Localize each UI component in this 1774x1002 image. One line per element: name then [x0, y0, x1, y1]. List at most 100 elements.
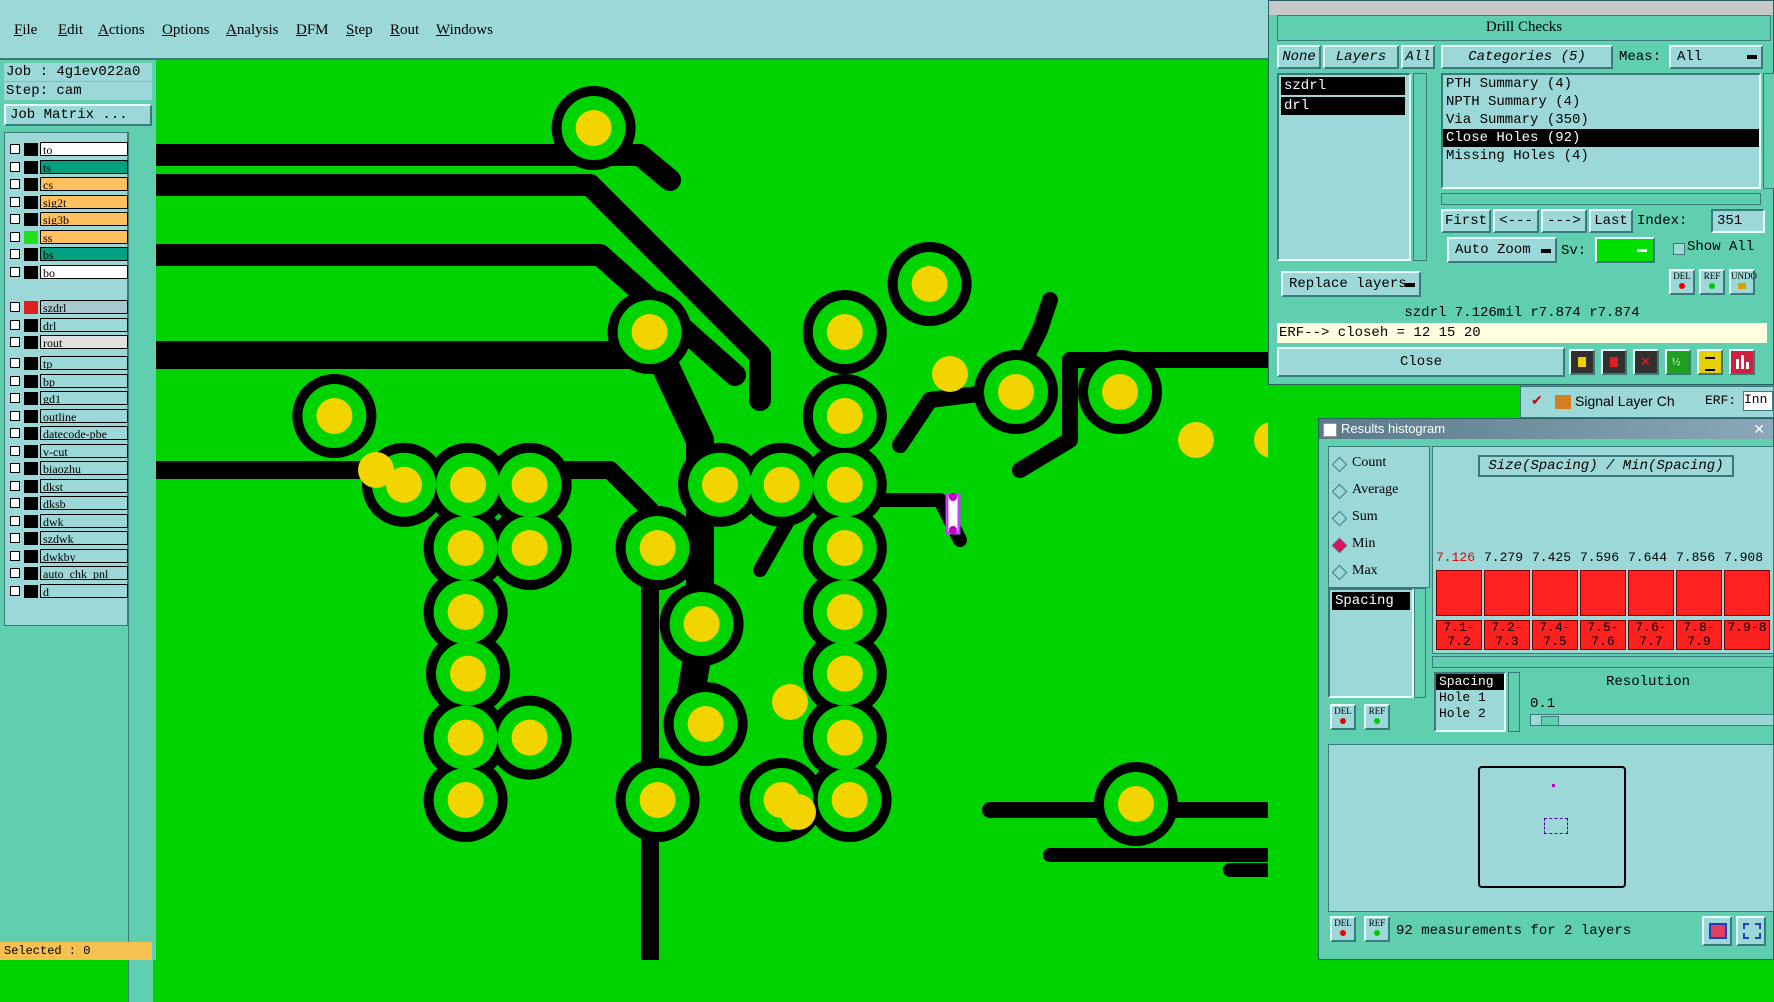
category-item[interactable]: PTH Summary (4) — [1443, 75, 1759, 93]
layer-name[interactable]: szdrl — [40, 300, 128, 314]
categories-header[interactable]: Categories (5) — [1441, 45, 1613, 69]
layer-checkbox[interactable] — [10, 410, 20, 421]
histogram-bar[interactable] — [1436, 570, 1482, 616]
layer-checkbox[interactable] — [10, 231, 20, 242]
report-icon[interactable] — [1697, 349, 1723, 375]
layer-row[interactable]: biaozhu — [8, 461, 128, 476]
delete-icon[interactable]: ✕ — [1633, 349, 1659, 375]
layer-row[interactable]: szdwk — [8, 531, 128, 546]
menu-dfm[interactable]: DFM — [296, 22, 329, 39]
layer-row[interactable]: tp — [8, 356, 128, 371]
layer-checkbox[interactable] — [10, 144, 20, 154]
index-field[interactable]: 351 — [1711, 209, 1765, 233]
hist-del-button[interactable]: DEL — [1330, 704, 1356, 730]
layer-name[interactable]: dkst — [40, 478, 128, 493]
list-item[interactable]: drl — [1281, 97, 1405, 115]
category-item[interactable]: NPTH Summary (4) — [1443, 93, 1759, 111]
layer-checkbox[interactable] — [10, 196, 20, 207]
layer-name[interactable]: dksb — [40, 496, 128, 510]
measure-list[interactable]: Spacing — [1328, 588, 1414, 698]
prev-button[interactable]: <--- — [1493, 209, 1539, 233]
graph-hscrollbar[interactable] — [1432, 656, 1774, 668]
layer-checkbox[interactable] — [10, 266, 20, 277]
layer-name[interactable]: datecode-pbe — [40, 426, 128, 440]
layer-row[interactable]: cs — [8, 177, 128, 192]
histogram-titlebar[interactable]: Results histogram ✕ — [1319, 419, 1773, 439]
layer-name[interactable]: sig2t — [40, 194, 128, 209]
layer-checkbox[interactable] — [10, 568, 20, 578]
attribute-scrollbar[interactable] — [1508, 672, 1520, 732]
categories-list[interactable]: PTH Summary (4) NPTH Summary (4) Via Sum… — [1441, 73, 1761, 189]
menu-windows[interactable]: Windows — [436, 22, 493, 39]
layer-row[interactable]: dksb — [8, 496, 128, 511]
layer-name[interactable]: bo — [40, 264, 128, 279]
layer-name[interactable]: rout — [40, 335, 128, 349]
zoom-fit-icon[interactable] — [1702, 916, 1732, 946]
auto-zoom-dropdown[interactable]: Auto Zoom — [1447, 237, 1557, 263]
layer-row[interactable]: drl — [8, 317, 128, 333]
menu-rout[interactable]: Rout — [390, 22, 419, 39]
layer-name[interactable]: cs — [40, 177, 128, 191]
layer-row[interactable]: gd1 — [8, 391, 128, 406]
footer-del-button[interactable]: DEL — [1330, 916, 1356, 942]
layer-checkbox[interactable] — [10, 585, 20, 596]
layer-row[interactable]: sig3b — [8, 212, 128, 227]
meas-dropdown[interactable]: All — [1669, 45, 1763, 69]
layer-checkbox[interactable] — [10, 375, 20, 386]
menu-options[interactable]: Options — [162, 22, 210, 39]
layer-row[interactable]: v-cut — [8, 443, 128, 459]
layer-checkbox[interactable] — [10, 550, 20, 561]
signal-layer-strip[interactable]: ✔ Signal Layer Ch ERF: Inn — [1520, 386, 1774, 418]
layer-name[interactable]: ss — [40, 229, 128, 244]
layers-button[interactable]: Layers — [1323, 45, 1399, 69]
del-button[interactable]: DEL — [1669, 269, 1695, 295]
list-item[interactable]: szdrl — [1281, 77, 1405, 95]
histogram-bar[interactable] — [1484, 570, 1530, 616]
layer-name[interactable]: bp — [40, 373, 128, 388]
number-icon[interactable]: ½ — [1665, 349, 1691, 375]
layer-name[interactable]: dwk — [40, 513, 128, 528]
resolution-slider[interactable] — [1530, 714, 1774, 726]
preview-box[interactable] — [1478, 766, 1626, 888]
show-all-checkbox[interactable] — [1673, 243, 1685, 255]
layer-checkbox[interactable] — [10, 533, 20, 543]
layer-row[interactable]: auto_chk_pnl — [8, 566, 128, 581]
layer-checkbox[interactable] — [10, 358, 20, 368]
close-button[interactable]: Close — [1277, 347, 1565, 377]
layer-name[interactable]: dwkby — [40, 548, 128, 563]
layer-row[interactable]: ss — [8, 229, 128, 245]
layer-row[interactable]: bo — [8, 264, 128, 280]
pcb-canvas[interactable] — [156, 60, 1268, 960]
layer-row[interactable]: outline — [8, 408, 128, 424]
layer-checkbox[interactable] — [10, 463, 20, 473]
layer-row[interactable]: dkst — [8, 478, 128, 494]
zoom-area-icon[interactable] — [1736, 916, 1766, 946]
layer-row[interactable]: szdrl — [8, 300, 128, 315]
layer-checkbox[interactable] — [10, 161, 20, 172]
layer-row[interactable]: datecode-pbe — [8, 426, 128, 441]
menu-actions[interactable]: Actions — [98, 22, 145, 39]
layer-row[interactable]: to — [8, 142, 128, 157]
layer-checkbox[interactable] — [10, 393, 20, 403]
erf-field[interactable]: Inn — [1743, 391, 1773, 411]
attribute-list[interactable]: Spacing Hole 1 Hole 2 — [1434, 672, 1506, 732]
list-item[interactable]: Spacing — [1332, 592, 1410, 610]
all-button[interactable]: All — [1401, 45, 1435, 69]
layer-row[interactable]: sig2t — [8, 194, 128, 210]
layer-scrollbar[interactable] — [128, 132, 153, 1002]
layer-name[interactable]: auto_chk_pnl — [40, 566, 128, 580]
window-titlebar[interactable] — [1269, 1, 1773, 15]
histogram-bar[interactable] — [1724, 570, 1770, 616]
layer-name[interactable]: tp — [40, 356, 128, 370]
histogram-bar[interactable] — [1580, 570, 1626, 616]
layer-checkbox[interactable] — [10, 445, 20, 456]
layer-name[interactable]: gd1 — [40, 391, 128, 405]
close-icon[interactable]: ✕ — [1753, 419, 1765, 439]
layer-name[interactable]: to — [40, 142, 128, 156]
last-button[interactable]: Last — [1589, 209, 1633, 233]
category-item[interactable]: Via Summary (350) — [1443, 111, 1759, 129]
undo-button[interactable]: UNDO — [1729, 269, 1757, 295]
layer-name[interactable]: biaozhu — [40, 461, 128, 475]
layer-checkbox[interactable] — [10, 428, 20, 438]
layer-checkbox[interactable] — [10, 498, 20, 508]
